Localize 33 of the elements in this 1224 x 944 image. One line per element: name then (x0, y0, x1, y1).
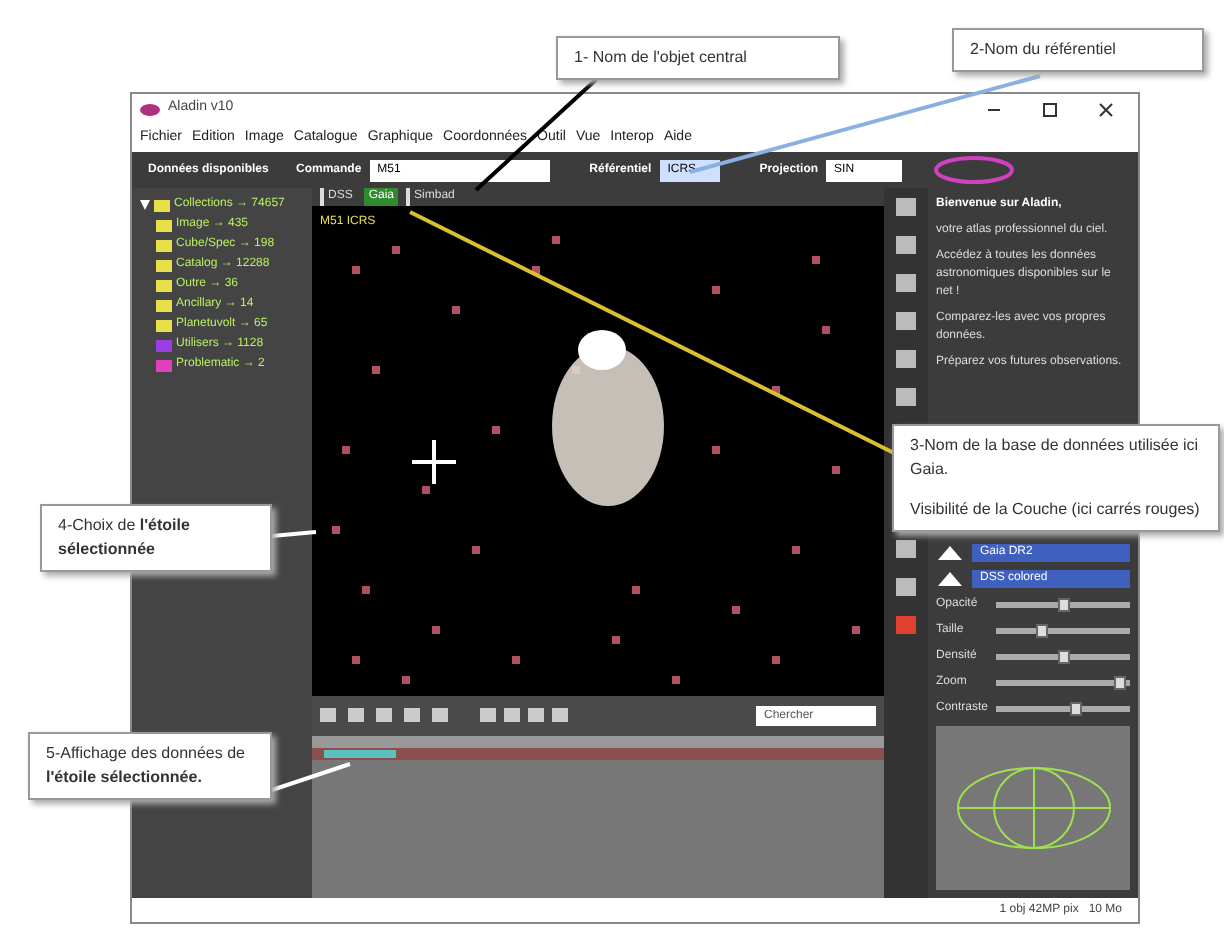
tool-icon[interactable] (894, 386, 918, 408)
callout-text: 3-Nom de la base de données utilisée ici Gaia. (910, 434, 1201, 482)
tool-icon[interactable] (894, 234, 918, 256)
slider-thumb[interactable] (1057, 598, 1069, 612)
slider-track[interactable] (996, 680, 1130, 686)
logo-icon (140, 101, 160, 117)
callout-text: 2-Nom du référentiel (970, 38, 1118, 62)
tool-icon[interactable] (894, 614, 918, 636)
tool-icon[interactable] (894, 272, 918, 294)
visibility-icon[interactable] (936, 544, 964, 562)
callout-text: 1- Nom de l'objet central (574, 46, 749, 70)
tool-icon[interactable] (894, 310, 918, 332)
callout-text: 5-Affichage des données de l'étoile sélectionnée. (46, 742, 247, 790)
slider-track[interactable] (996, 602, 1130, 608)
slider-thumb[interactable] (1113, 676, 1126, 690)
visibility-icon[interactable] (936, 570, 964, 588)
tool-icon[interactable] (894, 196, 918, 218)
globe-grid-icon (953, 764, 1113, 852)
slider-thumb[interactable] (1070, 702, 1083, 716)
callout-text: Visibilité de la Couche (ici carrés rouges) (910, 498, 1202, 522)
slider-track[interactable] (996, 654, 1130, 660)
tool-icon[interactable] (894, 576, 918, 598)
slider-thumb[interactable] (1036, 624, 1049, 638)
folder-icon (154, 199, 170, 211)
tool-icon[interactable] (894, 348, 918, 370)
close-icon[interactable] (1098, 101, 1114, 117)
slider-track[interactable] (996, 628, 1130, 634)
slider-track[interactable] (996, 706, 1130, 712)
tool-icon[interactable] (894, 538, 918, 560)
callout-text: 4-Choix de l'étoile sélectionnée (58, 514, 192, 562)
maximize-icon[interactable] (1042, 101, 1058, 117)
slider-thumb[interactable] (1057, 650, 1069, 664)
expand-toggle-icon[interactable] (140, 200, 150, 210)
